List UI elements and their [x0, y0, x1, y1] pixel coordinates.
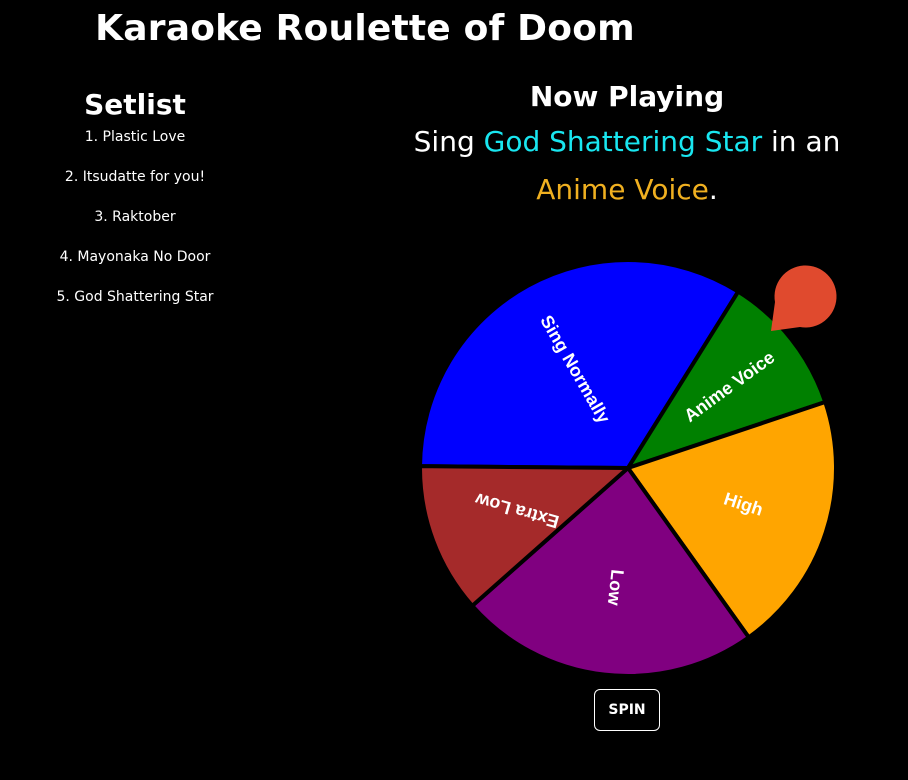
current-song: God Shattering Star: [483, 125, 763, 158]
spin-button[interactable]: SPIN: [594, 689, 660, 731]
setlist-item: 3. Raktober: [94, 209, 176, 225]
setlist-list: 1. Plastic Love 2. Itsudatte for you! 3.…: [35, 127, 235, 327]
sentence-suffix: .: [708, 173, 718, 206]
current-voice: Anime Voice: [536, 173, 709, 206]
setlist-panel: Setlist 1. Plastic Love 2. Itsudatte for…: [35, 88, 235, 327]
setlist-item: 5. God Shattering Star: [56, 289, 214, 305]
page: Karaoke Roulette of Doom Setlist 1. Plas…: [0, 0, 908, 780]
setlist-heading: Setlist: [84, 88, 186, 121]
segment-label: Low: [604, 568, 628, 607]
now-playing-sentence: Sing God Shattering Star in an Anime Voic…: [380, 118, 874, 214]
now-playing-heading: Now Playing: [529, 80, 725, 113]
wheel-pointer-icon: [771, 265, 837, 331]
sentence-prefix: Sing: [413, 125, 484, 158]
setlist-item: 4. Mayonaka No Door: [59, 249, 211, 265]
page-title: Karaoke Roulette of Doom: [95, 8, 635, 49]
sentence-middle: in an: [762, 125, 841, 158]
setlist-item: 2. Itsudatte for you!: [64, 169, 206, 185]
now-playing-panel: Now Playing Sing God Shattering Star in …: [380, 78, 874, 214]
setlist-item: 1. Plastic Love: [84, 129, 186, 145]
